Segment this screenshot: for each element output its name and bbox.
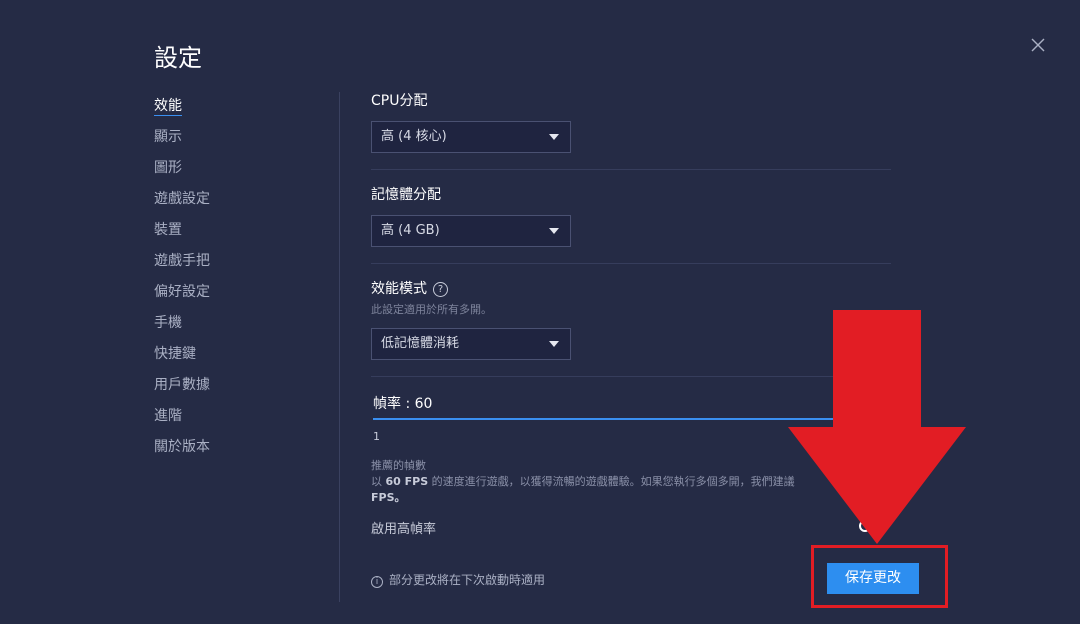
sidebar-item-graphics[interactable]: 圖形	[154, 158, 304, 189]
sidebar-item-user-data[interactable]: 用戶數據	[154, 375, 304, 406]
sidebar-item-phone[interactable]: 手機	[154, 313, 304, 344]
performance-mode-header: 效能模式?	[371, 279, 448, 299]
performance-mode-note: 此設定適用於所有多開。	[371, 303, 492, 316]
cpu-select[interactable]: 高 (4 核心)	[371, 121, 571, 153]
cpu-select-value: 高 (4 核心)	[381, 129, 447, 144]
page-title: 設定	[154, 44, 202, 72]
memory-select[interactable]: 高 (4 GB)	[371, 215, 571, 247]
performance-mode-select-value: 低記憶體消耗	[381, 336, 460, 351]
annotation-arrow	[788, 310, 966, 544]
sidebar-item-device[interactable]: 裝置	[154, 220, 304, 251]
cpu-label: CPU分配	[371, 93, 428, 109]
footer-note: i 部分更改將在下次啟動時適用	[371, 571, 545, 588]
sidebar-divider	[339, 92, 340, 602]
sidebar-item-preferences[interactable]: 偏好設定	[154, 282, 304, 313]
section-divider	[371, 263, 891, 264]
performance-mode-select[interactable]: 低記憶體消耗	[371, 328, 571, 360]
fps-slider[interactable]	[373, 418, 843, 420]
chevron-down-icon	[549, 228, 559, 234]
info-icon: i	[371, 576, 383, 588]
sidebar-item-display[interactable]: 顯示	[154, 127, 304, 158]
sidebar-item-shortcuts[interactable]: 快捷鍵	[154, 344, 304, 375]
sidebar-item-advanced[interactable]: 進階	[154, 406, 304, 437]
section-divider	[371, 169, 891, 170]
close-button[interactable]	[1028, 35, 1048, 55]
high-fps-label: 啟用高幀率	[371, 522, 437, 537]
memory-label: 記憶體分配	[371, 187, 441, 203]
help-icon[interactable]: ?	[433, 282, 448, 297]
fps-description: 以 60 FPS 的速度進行遊戲，以獲得流暢的遊戲體驗。如果您執行多個多開，我們…	[371, 475, 795, 504]
footer-note-text: 部分更改將在下次啟動時適用	[389, 573, 546, 587]
annotation-highlight-box	[811, 545, 948, 608]
close-icon	[1031, 38, 1045, 52]
sidebar: 效能 顯示 圖形 遊戲設定 裝置 遊戲手把 偏好設定 手機 快捷鍵 用戶數據 進…	[154, 96, 304, 468]
fps-label: 幀率 : 60	[373, 396, 433, 412]
sidebar-item-about[interactable]: 關於版本	[154, 437, 304, 468]
fps-min-label: 1	[373, 430, 380, 443]
sidebar-item-gamepad[interactable]: 遊戲手把	[154, 251, 304, 282]
chevron-down-icon	[549, 341, 559, 347]
performance-mode-label: 效能模式	[371, 281, 427, 297]
sidebar-item-game-settings[interactable]: 遊戲設定	[154, 189, 304, 220]
memory-select-value: 高 (4 GB)	[381, 223, 440, 238]
fps-recommended-title: 推薦的幀數	[371, 459, 426, 472]
sidebar-item-performance[interactable]: 效能	[154, 96, 304, 127]
chevron-down-icon	[549, 134, 559, 140]
